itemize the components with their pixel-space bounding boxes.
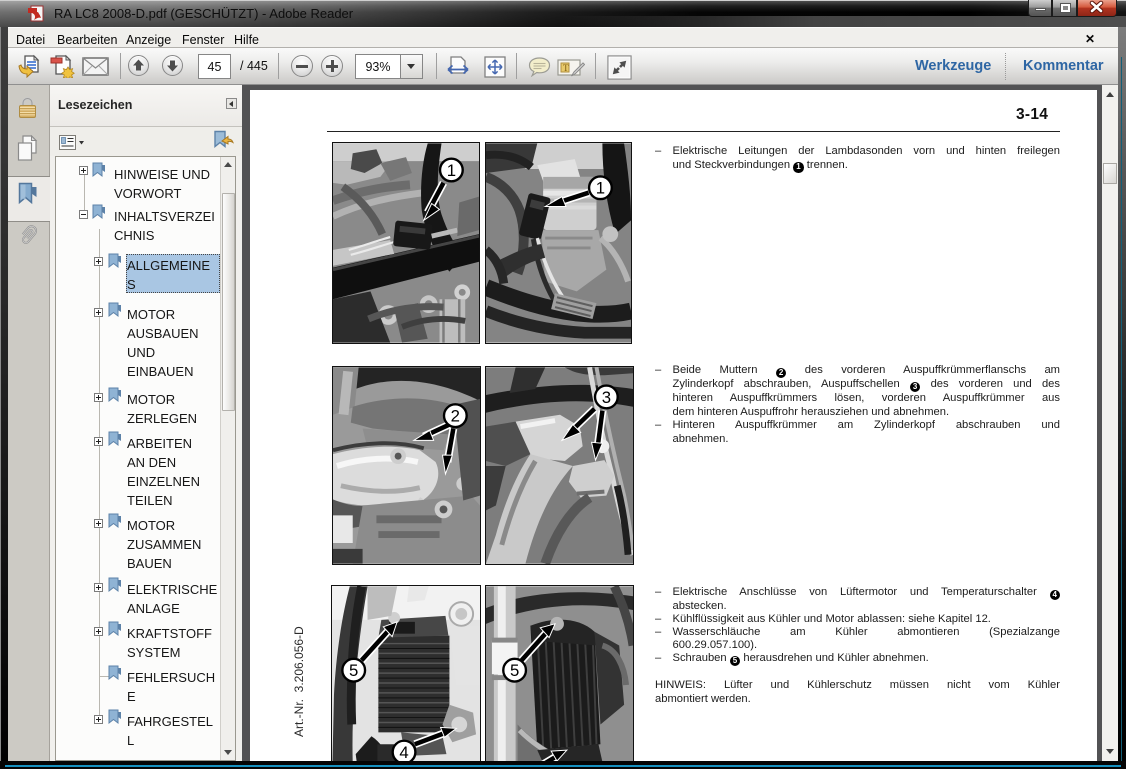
- svg-text:1: 1: [447, 161, 456, 180]
- svg-text:T: T: [563, 63, 569, 73]
- svg-text:2: 2: [451, 407, 460, 426]
- svg-text:1: 1: [596, 179, 605, 198]
- svg-text:5: 5: [510, 661, 519, 680]
- svg-text:4: 4: [399, 743, 408, 761]
- svg-text:5: 5: [349, 661, 358, 680]
- svg-text:3: 3: [602, 388, 611, 407]
